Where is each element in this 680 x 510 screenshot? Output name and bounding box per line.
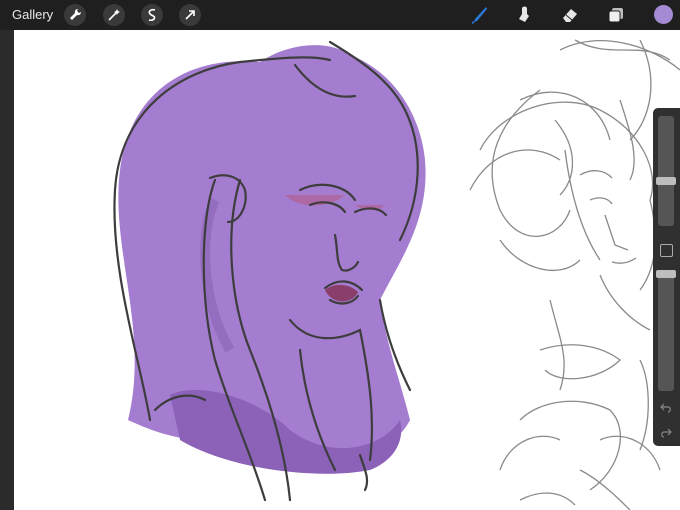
layers-icon	[608, 8, 623, 23]
wrench-icon	[70, 8, 82, 20]
color-picker-button[interactable]	[654, 5, 673, 24]
top-toolbar: Gallery	[0, 0, 680, 30]
selection-icon	[148, 8, 156, 22]
magic-wand-icon	[108, 9, 120, 21]
layers-button[interactable]	[606, 5, 626, 25]
smudge-icon	[519, 6, 529, 22]
redo-icon[interactable]	[660, 426, 672, 438]
brush-size-thumb[interactable]	[656, 177, 676, 186]
drawing-canvas[interactable]	[14, 30, 680, 510]
undo-icon[interactable]	[660, 401, 672, 413]
side-slider-panel	[653, 108, 680, 446]
left-edge	[0, 30, 14, 510]
selection-button[interactable]	[141, 4, 163, 26]
adjustments-button[interactable]	[103, 4, 125, 26]
transform-button[interactable]	[179, 4, 201, 26]
gallery-button[interactable]: Gallery	[12, 7, 53, 22]
eraser-tool-button[interactable]	[560, 5, 580, 25]
smudge-tool-button[interactable]	[514, 5, 534, 25]
brush-icon	[471, 7, 487, 24]
pencil-sketch	[469, 39, 680, 510]
artwork	[113, 39, 680, 510]
opacity-thumb[interactable]	[656, 270, 676, 278]
transform-arrow-icon	[185, 10, 195, 20]
modify-button[interactable]	[660, 244, 673, 257]
actions-button[interactable]	[64, 4, 86, 26]
brush-size-slider[interactable]	[658, 116, 674, 226]
opacity-slider[interactable]	[658, 273, 674, 391]
brush-tool-button[interactable]	[469, 5, 489, 25]
eraser-icon	[563, 9, 577, 22]
